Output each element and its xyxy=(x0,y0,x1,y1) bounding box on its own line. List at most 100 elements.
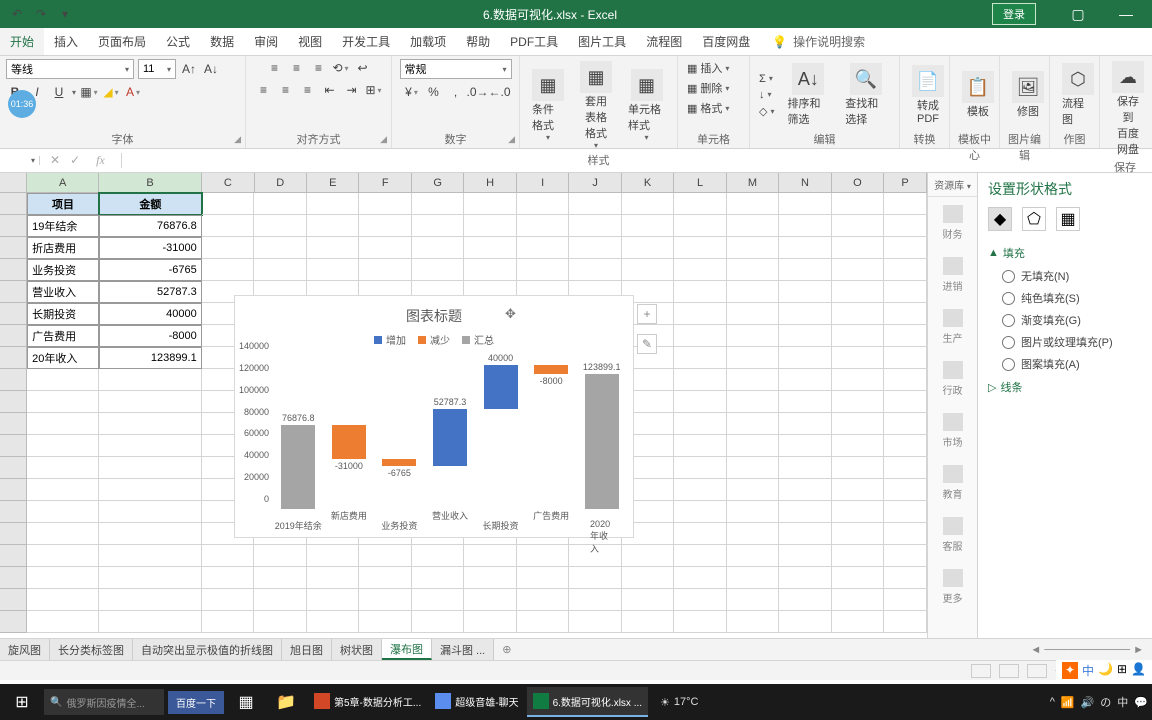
align-middle-icon[interactable]: ≡ xyxy=(288,59,306,77)
ribbon-tab[interactable]: 帮助 xyxy=(456,28,500,55)
resource-item[interactable]: 市场 xyxy=(928,405,977,457)
cell[interactable] xyxy=(674,347,727,369)
cell[interactable] xyxy=(307,237,360,259)
cell[interactable] xyxy=(832,501,885,523)
sheet-tab[interactable]: 长分类标签图 xyxy=(50,639,133,660)
cell[interactable] xyxy=(464,545,517,567)
cell-style-button[interactable]: ▦单元格样式▾ xyxy=(622,67,671,144)
add-sheet-button[interactable]: ⊕ xyxy=(494,643,519,656)
cancel-icon[interactable]: ✕ xyxy=(50,153,60,168)
chart-filter-button[interactable]: ✎ xyxy=(637,334,657,354)
column-header[interactable]: L xyxy=(674,173,726,192)
decrease-decimal-icon[interactable]: ←.0 xyxy=(491,83,509,101)
tray-notif-icon[interactable]: 💬 xyxy=(1134,696,1148,709)
row-header[interactable] xyxy=(0,567,27,589)
cell[interactable] xyxy=(517,567,570,589)
row-header[interactable] xyxy=(0,589,27,611)
tray-moon-icon[interactable]: 🌙 xyxy=(1098,662,1113,679)
cell[interactable] xyxy=(779,589,832,611)
chart-bar[interactable] xyxy=(433,409,467,467)
cell[interactable] xyxy=(99,501,202,523)
cell[interactable] xyxy=(27,545,99,567)
cell[interactable] xyxy=(307,611,360,633)
page-layout-button[interactable] xyxy=(999,664,1019,678)
cell[interactable] xyxy=(99,567,202,589)
cell[interactable] xyxy=(674,413,727,435)
cell[interactable] xyxy=(884,413,927,435)
column-header[interactable]: C xyxy=(202,173,254,192)
cell[interactable] xyxy=(779,237,832,259)
cell[interactable] xyxy=(464,237,517,259)
cell[interactable] xyxy=(412,567,465,589)
cell[interactable] xyxy=(832,369,885,391)
cell[interactable] xyxy=(254,589,307,611)
font-name-select[interactable]: 等线▾ xyxy=(6,59,134,79)
ribbon-tab[interactable]: 公式 xyxy=(156,28,200,55)
cell[interactable] xyxy=(254,567,307,589)
enter-icon[interactable]: ✓ xyxy=(70,153,80,168)
fx-icon[interactable]: fx xyxy=(90,153,111,168)
cell[interactable] xyxy=(727,303,780,325)
align-top-icon[interactable]: ≡ xyxy=(266,59,284,77)
cell[interactable] xyxy=(832,215,885,237)
normal-view-button[interactable] xyxy=(971,664,991,678)
cell[interactable] xyxy=(727,259,780,281)
cell[interactable] xyxy=(674,391,727,413)
cell[interactable] xyxy=(27,589,99,611)
sheet-tab[interactable]: 旋风图 xyxy=(0,639,50,660)
chart-bar[interactable] xyxy=(281,425,315,509)
cell[interactable] xyxy=(622,567,675,589)
ribbon-tab[interactable]: 开始 xyxy=(0,28,44,55)
row-header[interactable] xyxy=(0,523,27,545)
cell[interactable] xyxy=(779,611,832,633)
cell[interactable] xyxy=(569,215,622,237)
fill-option[interactable]: 图片或纹理填充(P) xyxy=(988,331,1142,353)
fill-option[interactable]: 无填充(N) xyxy=(988,265,1142,287)
select-all-corner[interactable] xyxy=(0,173,27,192)
sheet-tab[interactable]: 瀑布图 xyxy=(382,639,432,660)
cell[interactable] xyxy=(727,545,780,567)
cell[interactable] xyxy=(254,611,307,633)
explorer-icon[interactable]: 📁 xyxy=(268,687,304,717)
cell[interactable] xyxy=(884,325,927,347)
cell[interactable] xyxy=(359,193,412,215)
cell[interactable] xyxy=(412,545,465,567)
cell[interactable] xyxy=(832,303,885,325)
clear-button[interactable]: ◇ ▾ xyxy=(756,104,777,119)
row-header[interactable] xyxy=(0,391,27,413)
cell[interactable]: 19年结余 xyxy=(27,215,99,237)
tray-network-icon[interactable]: 📶 xyxy=(1061,696,1075,709)
column-header[interactable]: E xyxy=(307,173,359,192)
cell[interactable] xyxy=(412,259,465,281)
merge-button[interactable]: ⊞ xyxy=(365,81,383,99)
cell[interactable] xyxy=(832,611,885,633)
cell[interactable] xyxy=(412,589,465,611)
indent-increase-icon[interactable]: ⇥ xyxy=(343,81,361,99)
border-button[interactable]: ▦ xyxy=(80,83,98,101)
row-header[interactable] xyxy=(0,413,27,435)
comma-icon[interactable]: , xyxy=(447,83,465,101)
cell[interactable] xyxy=(832,347,885,369)
fill-option[interactable]: 纯色填充(S) xyxy=(988,287,1142,309)
table-format-button[interactable]: ▦套用 表格格式▾ xyxy=(574,59,618,152)
font-size-select[interactable]: 11▾ xyxy=(138,59,176,79)
column-header[interactable]: M xyxy=(727,173,779,192)
cell[interactable] xyxy=(779,457,832,479)
name-box[interactable]: ▾ xyxy=(0,156,40,165)
cell[interactable] xyxy=(832,259,885,281)
cell[interactable] xyxy=(359,589,412,611)
cell[interactable] xyxy=(779,413,832,435)
fill-line-tab-icon[interactable]: ◆ xyxy=(988,207,1012,231)
chart-bar[interactable] xyxy=(484,365,518,409)
cell[interactable] xyxy=(27,567,99,589)
ribbon-tab[interactable]: 加载项 xyxy=(400,28,456,55)
cell[interactable] xyxy=(517,589,570,611)
align-bottom-icon[interactable]: ≡ xyxy=(310,59,328,77)
cell[interactable] xyxy=(674,281,727,303)
cell[interactable] xyxy=(27,501,99,523)
cell[interactable] xyxy=(202,545,255,567)
cell[interactable] xyxy=(27,391,99,413)
image-edit-button[interactable]: 🖼修图 xyxy=(1006,69,1050,121)
sheet-tab[interactable]: 旭日图 xyxy=(282,639,332,660)
wrap-text-icon[interactable]: ↩ xyxy=(354,59,372,77)
